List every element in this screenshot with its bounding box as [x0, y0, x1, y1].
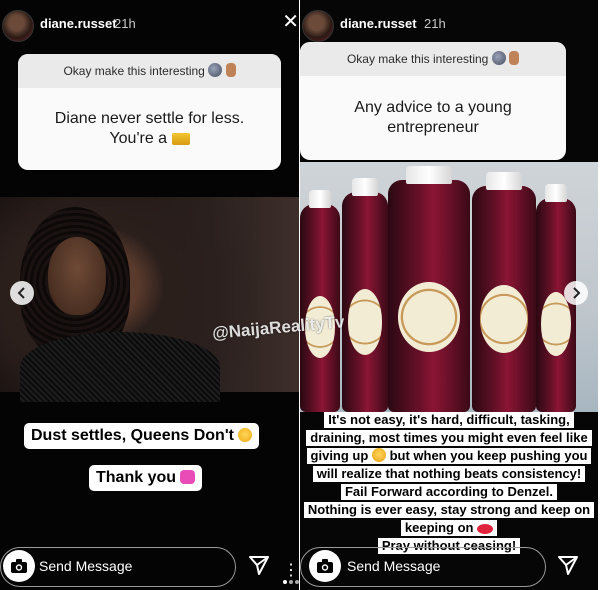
photo-bottle [300, 190, 340, 412]
lips-emoji-icon [477, 524, 494, 534]
camera-icon[interactable] [3, 550, 35, 582]
chevron-right-icon[interactable] [564, 281, 588, 305]
answer-sticker-text: Dust settles, Queens Don't [31, 427, 234, 444]
camera-icon[interactable] [309, 550, 341, 582]
hand-emoji-icon [225, 63, 236, 77]
story-photo [300, 162, 598, 412]
photo-bottle [536, 184, 576, 412]
answer-line-part: giving up [310, 448, 369, 463]
question-text: Diane never settle for less. You're a [18, 88, 281, 170]
avatar[interactable] [302, 10, 334, 42]
carousel-dots [283, 571, 301, 589]
answer-line: Fail Forward according to Denzel. [340, 484, 558, 500]
question-label: Any advice to a young entrepreneur [354, 99, 512, 136]
tired-emoji-icon [371, 448, 386, 462]
chevron-left-icon[interactable] [10, 281, 34, 305]
question-prompt: Okay make this interesting [300, 42, 566, 76]
carousel-dot [289, 580, 293, 584]
story-header: diane.russet 21h [300, 8, 598, 42]
photo-dress [20, 332, 220, 402]
moon-emoji-icon [491, 51, 506, 65]
heart-emoji-icon [180, 470, 196, 484]
story-panel-right: diane.russet 21h Okay make this interest… [300, 0, 598, 590]
close-icon[interactable]: ✕ [282, 12, 299, 32]
grin-emoji-icon [238, 428, 253, 442]
send-icon[interactable] [557, 554, 579, 576]
moon-emoji-icon [208, 63, 223, 77]
message-input[interactable]: Send Message [0, 547, 236, 587]
avatar[interactable] [2, 10, 34, 42]
story-header: diane.russet 21h ✕ [0, 8, 299, 42]
carousel-dot [295, 580, 299, 584]
question-label: Diane never settle for less. You're a [54, 110, 245, 147]
timestamp: 21h [114, 16, 136, 31]
answer-line-part: but when you keep pushing you [389, 448, 588, 463]
question-prompt-text: Okay make this interesting [346, 52, 489, 66]
question-text: Any advice to a young entrepreneur [300, 76, 566, 160]
photo-bottle [388, 166, 470, 412]
answer-line: will realize that nothing beats consiste… [312, 466, 586, 482]
answer-sticker: Dust settles, Queens Don't [24, 423, 260, 449]
hand-emoji-icon [509, 51, 520, 65]
username[interactable]: diane.russet [340, 16, 417, 31]
answer-text-block: It's not easy, it's hard, difficult, tas… [300, 411, 598, 555]
answer-line: It's not easy, it's hard, difficult, tas… [324, 412, 574, 428]
question-prompt: Okay make this interesting [18, 54, 281, 88]
carousel-dot [283, 580, 287, 584]
message-placeholder: Send Message [39, 558, 133, 574]
thanks-sticker: Thank you [89, 465, 203, 491]
question-card: Okay make this interesting Any advice to… [300, 42, 566, 160]
answer-line: Nothing is ever easy, stay strong and ke… [303, 502, 595, 518]
answer-line-part: keeping on [404, 520, 474, 535]
thanks-sticker-text: Thank you [96, 469, 177, 486]
send-icon[interactable] [248, 554, 270, 576]
photo-face [48, 237, 106, 315]
story-photo [0, 197, 299, 402]
question-prompt-text: Okay make this interesting [63, 64, 205, 78]
crown-emoji-icon [171, 133, 190, 145]
photo-bottle [472, 172, 536, 412]
answer-line: draining, most times you might even feel… [306, 430, 592, 446]
timestamp: 21h [424, 16, 446, 31]
message-placeholder: Send Message [347, 558, 441, 574]
message-input[interactable]: Send Message [300, 547, 546, 587]
question-card: Okay make this interesting Diane never s… [18, 54, 281, 170]
photo-bottle [342, 178, 388, 412]
username[interactable]: diane.russet [40, 16, 117, 31]
answer-line: keeping on [400, 520, 498, 536]
story-panel-left: diane.russet 21h ✕ Okay make this intere… [0, 0, 299, 590]
answer-line: giving up but when you keep pushing you [306, 448, 592, 464]
